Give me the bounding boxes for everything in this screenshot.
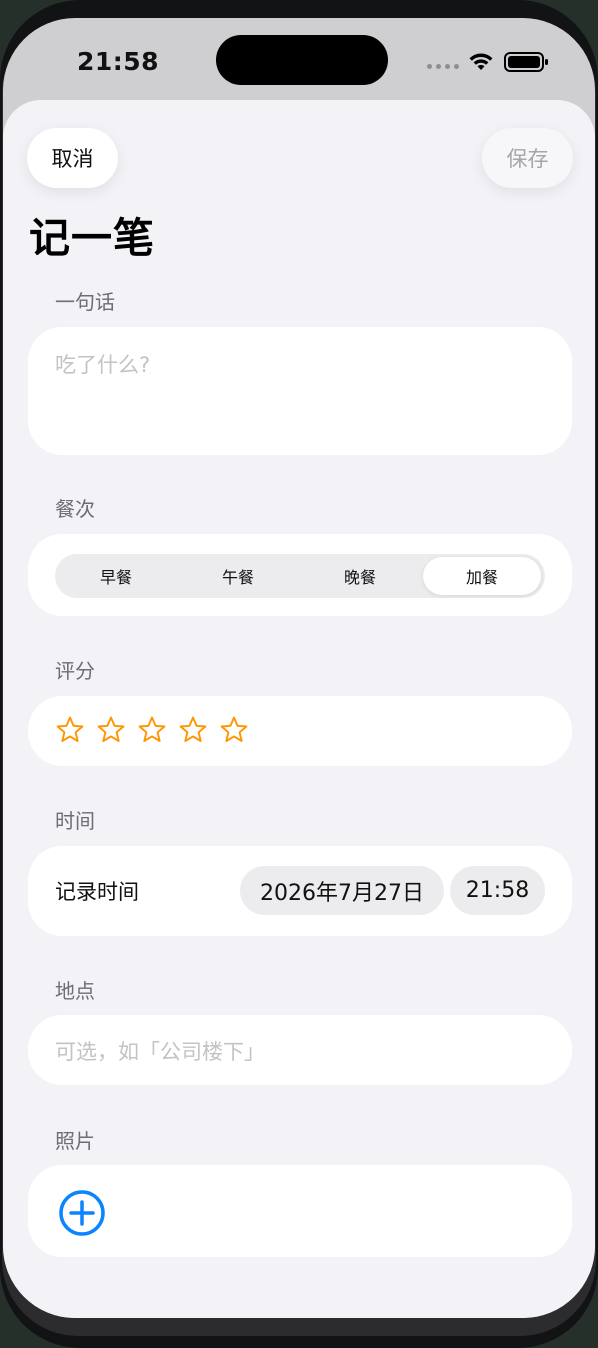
star-icon[interactable] [178,715,208,745]
star-icon[interactable] [137,715,167,745]
meal-card: 早餐 午餐 晚餐 加餐 [28,534,572,616]
meal-segmented-control: 早餐 午餐 晚餐 加餐 [55,554,545,598]
time-section-label: 时间 [55,809,95,833]
photo-section-label: 照片 [55,1129,95,1153]
plus-circle-icon[interactable] [58,1189,106,1237]
segment-lunch[interactable]: 午餐 [179,557,297,595]
segment-dinner[interactable]: 晚餐 [301,557,419,595]
location-section-label: 地点 [55,979,95,1003]
wifi-icon [469,53,493,70]
note-placeholder: 吃了什么? [55,353,151,377]
segment-snack[interactable]: 加餐 [423,557,541,595]
page-title: 记一笔 [29,214,155,262]
segment-breakfast[interactable]: 早餐 [57,557,175,595]
save-button[interactable]: 保存 [482,128,573,188]
entry-sheet: 取消 保存 记一笔 一句话 吃了什么? 餐次 早餐 午餐 晚餐 加餐 评分 时间… [3,100,595,1318]
star-icon[interactable] [96,715,126,745]
photo-card [28,1165,572,1257]
phone-frame: 21:58 取消 保存 记一笔 一句话 吃了什么? 餐次 早餐 午餐 晚餐 加餐… [0,0,598,1348]
time-picker-button[interactable]: 21:58 [450,866,545,915]
battery-icon [504,52,548,72]
signal-icon [427,64,459,69]
rating-section-label: 评分 [55,659,95,683]
location-input[interactable]: 可选，如「公司楼下」 [28,1015,572,1085]
meal-section-label: 餐次 [55,497,95,521]
status-time: 21:58 [77,47,160,76]
star-icon[interactable] [55,715,85,745]
note-section-label: 一句话 [55,290,115,314]
star-icon[interactable] [219,715,249,745]
rating-card [28,696,572,766]
note-input[interactable]: 吃了什么? [28,327,572,455]
record-time-label: 记录时间 [55,880,139,904]
dynamic-island [216,35,388,85]
time-card: 记录时间 2026年7月27日 21:58 [28,846,572,936]
location-placeholder: 可选，如「公司楼下」 [55,1040,265,1064]
date-picker-button[interactable]: 2026年7月27日 [240,866,444,915]
screen: 21:58 取消 保存 记一笔 一句话 吃了什么? 餐次 早餐 午餐 晚餐 加餐… [3,18,595,1318]
cancel-button[interactable]: 取消 [27,128,118,188]
